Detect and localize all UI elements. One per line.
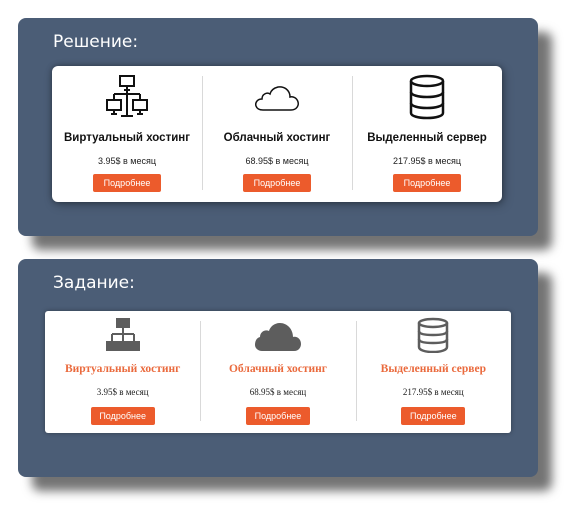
task-item-virtual: Виртуальный хостинг 3.95$ в месяц Подроб… bbox=[45, 311, 200, 433]
details-button[interactable]: Подробнее bbox=[93, 174, 161, 192]
item-price: 3.95$ в месяц bbox=[96, 387, 149, 397]
task-item-dedicated: Выделенный сервер 217.95$ в месяц Подроб… bbox=[355, 311, 511, 433]
item-price: 217.95$ в месяц bbox=[392, 156, 462, 166]
solution-card: Виртуальный хостинг 3.95$ в месяц Подроб… bbox=[52, 66, 502, 202]
item-price: 68.95$ в месяц bbox=[249, 387, 307, 397]
network-icon bbox=[106, 75, 148, 117]
details-button[interactable]: Подробнее bbox=[90, 407, 155, 425]
database-icon bbox=[418, 317, 449, 353]
task-item-cloud: Облачный хостинг 68.95$ в месяц Подробне… bbox=[200, 311, 355, 433]
item-price: 3.95$ в месяц bbox=[97, 156, 157, 166]
item-name: Облачный хостинг bbox=[228, 363, 327, 375]
solution-item-cloud: Облачный хостинг 68.95$ в месяц Подробне… bbox=[202, 66, 352, 202]
solution-item-virtual: Виртуальный хостинг 3.95$ в месяц Подроб… bbox=[52, 66, 202, 202]
item-price: 68.95$ в месяц bbox=[245, 156, 309, 166]
solution-item-dedicated: Выделенный сервер 217.95$ в месяц Подроб… bbox=[352, 66, 502, 202]
solution-panel: Решение: Виртуальный хостинг 3.95$ в мес… bbox=[18, 18, 538, 236]
details-button[interactable]: Подробнее bbox=[243, 174, 311, 192]
solution-title: Решение: bbox=[53, 32, 139, 52]
database-icon bbox=[409, 74, 445, 120]
details-button[interactable]: Подробнее bbox=[393, 174, 461, 192]
task-title: Задание: bbox=[53, 273, 135, 293]
item-name: Выделенный сервер bbox=[380, 363, 486, 375]
details-button[interactable]: Подробнее bbox=[245, 407, 310, 425]
network-icon bbox=[105, 318, 140, 351]
item-name: Облачный хостинг bbox=[223, 132, 331, 144]
item-name: Виртуальный хостинг bbox=[64, 363, 181, 375]
task-panel: Задание: Виртуальный хостинг 3.95$ в мес… bbox=[18, 259, 538, 477]
cloud-icon bbox=[254, 323, 301, 351]
cloud-icon bbox=[255, 86, 299, 111]
details-button[interactable]: Подробнее bbox=[401, 407, 466, 425]
item-name: Выделенный сервер bbox=[367, 132, 487, 144]
task-card: Виртуальный хостинг 3.95$ в месяц Подроб… bbox=[45, 311, 511, 433]
item-price: 217.95$ в месяц bbox=[402, 387, 464, 397]
item-name: Виртуальный хостинг bbox=[63, 132, 191, 144]
